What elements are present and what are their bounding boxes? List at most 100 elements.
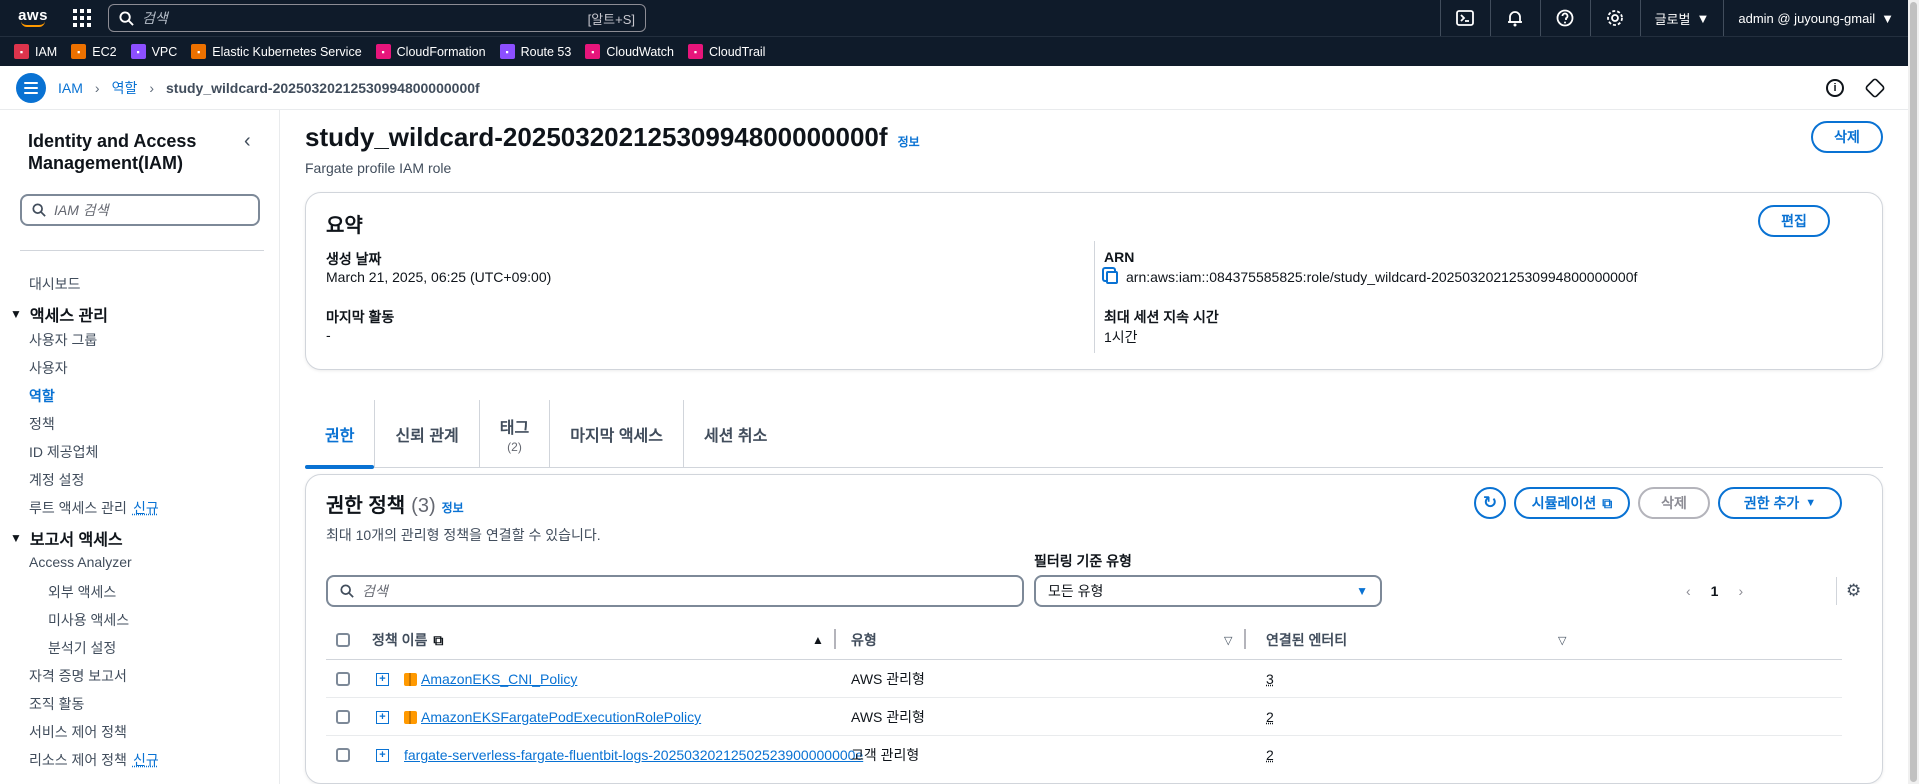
sidebar-section-access-management[interactable]: ▼ 액세스 관리: [10, 302, 108, 326]
favorite-cloudformation[interactable]: ▪ CloudFormation: [375, 44, 486, 59]
row-checkbox[interactable]: [336, 660, 350, 698]
expand-row-button[interactable]: +: [376, 698, 389, 736]
new-badge[interactable]: 신규: [133, 500, 159, 516]
row-checkbox[interactable]: [336, 698, 350, 736]
expand-row-button[interactable]: +: [376, 736, 389, 774]
favorite-route53[interactable]: ▪ Route 53: [499, 44, 571, 59]
sort-ascending-icon[interactable]: ▲: [812, 621, 824, 659]
sort-icon[interactable]: ▽: [1224, 621, 1232, 659]
favorite-cloudtrail[interactable]: ▪ CloudTrail: [687, 44, 765, 59]
sidebar-item-identity-providers[interactable]: ID 제공업체: [29, 442, 98, 462]
breadcrumb-iam-link[interactable]: IAM: [58, 80, 83, 96]
cloudshell-icon[interactable]: [1439, 0, 1490, 36]
policy-link[interactable]: AmazonEKSFargatePodExecutionRolePolicy: [421, 709, 701, 725]
sidebar-item-account-settings[interactable]: 계정 설정: [29, 470, 84, 490]
sidebar-item-dashboard[interactable]: 대시보드: [29, 274, 81, 294]
column-resizer[interactable]: [834, 629, 836, 649]
policy-search-input[interactable]: 검색: [326, 575, 1024, 607]
sidebar-item-access-analyzer[interactable]: Access Analyzer: [29, 554, 132, 570]
table-row[interactable]: + fargate-serverless-fargate-fluentbit-l…: [326, 736, 1842, 774]
settings-gear-icon[interactable]: [1589, 0, 1640, 36]
column-header-attached-entities[interactable]: 연결된 엔터티: [1266, 621, 1347, 659]
account-menu[interactable]: admin @ juyoung-gmail ▼: [1723, 0, 1908, 36]
notifications-panel-icon[interactable]: [1864, 76, 1886, 99]
expand-icon[interactable]: +: [376, 672, 389, 686]
sidebar-item-users[interactable]: 사용자: [29, 358, 68, 378]
collapse-sidebar-icon[interactable]: ‹: [244, 130, 251, 153]
tab-last-accessed[interactable]: 마지막 액세스: [550, 400, 684, 468]
row-checkbox[interactable]: [336, 736, 350, 774]
breadcrumb-roles-link[interactable]: 역할: [112, 78, 138, 98]
side-navigation-title[interactable]: Identity and Access Management(IAM): [28, 130, 228, 174]
sidebar-item-external-access[interactable]: 외부 액세스: [48, 582, 116, 602]
table-row[interactable]: + AmazonEKS_CNI_Policy AWS 관리형 3: [326, 660, 1842, 698]
iam-search-input[interactable]: IAM 검색: [20, 194, 260, 226]
checkbox[interactable]: [336, 672, 350, 686]
delete-role-button[interactable]: 삭제: [1811, 121, 1883, 153]
checkbox[interactable]: [336, 748, 350, 762]
tab-revoke-sessions[interactable]: 세션 취소: [684, 400, 787, 468]
sidebar-item-rcp[interactable]: 리소스 제어 정책 신규: [29, 750, 159, 770]
sidebar-item-unused-access[interactable]: 미사용 액세스: [48, 610, 129, 630]
copy-icon[interactable]: [1106, 271, 1118, 284]
edit-button[interactable]: 편집: [1758, 205, 1830, 237]
sidebar-item-roles[interactable]: 역할: [29, 386, 55, 406]
scrollbar-thumb[interactable]: [1910, 2, 1917, 782]
policy-link[interactable]: fargate-serverless-fargate-fluentbit-log…: [404, 747, 863, 763]
info-link[interactable]: 정보: [898, 133, 920, 150]
select-all-checkbox[interactable]: [336, 621, 350, 659]
global-search-input[interactable]: 검색 [알트+S]: [108, 4, 646, 32]
expand-icon[interactable]: +: [376, 748, 389, 762]
favorite-iam[interactable]: ▪ IAM: [14, 44, 57, 59]
sidebar-item-credential-report[interactable]: 자격 증명 보고서: [29, 666, 127, 686]
info-link[interactable]: 정보: [442, 499, 464, 516]
add-permissions-button[interactable]: 권한 추가 ▼: [1718, 487, 1842, 519]
column-header-type[interactable]: 유형: [851, 621, 877, 659]
filter-type-select[interactable]: 모든 유형 ▼: [1034, 575, 1382, 607]
info-panel-icon[interactable]: i: [1826, 78, 1844, 97]
checkbox[interactable]: [336, 633, 350, 647]
sidebar-item-root-access[interactable]: 루트 액세스 관리 신규: [29, 498, 159, 518]
column-header-policy-name[interactable]: 정책 이름 ⧉: [372, 621, 443, 659]
chevron-left-icon[interactable]: ‹: [1686, 583, 1691, 599]
favorite-cloudwatch[interactable]: ▪ CloudWatch: [585, 44, 674, 59]
aws-logo[interactable]: aws: [16, 6, 50, 30]
notifications-bell-icon[interactable]: [1489, 0, 1540, 36]
tab-tags[interactable]: 태그 (2): [480, 400, 551, 468]
tab-permissions[interactable]: 권한: [305, 400, 376, 469]
column-resizer[interactable]: [1244, 629, 1246, 649]
chevron-right-icon[interactable]: ›: [1738, 583, 1743, 599]
tab-trust-relationships[interactable]: 신뢰 관계: [375, 400, 480, 468]
sort-icon[interactable]: ▽: [1558, 621, 1566, 659]
attached-entities-count[interactable]: 2: [1266, 709, 1274, 725]
page-scrollbar[interactable]: [1908, 0, 1919, 784]
sidebar-item-organization-activity[interactable]: 조직 활동: [29, 694, 84, 714]
favorite-eks[interactable]: ▪ Elastic Kubernetes Service: [191, 44, 362, 59]
attached-entities-count[interactable]: 2: [1266, 747, 1274, 763]
side-navigation-toggle[interactable]: [16, 72, 46, 103]
sidebar-item-policies[interactable]: 정책: [29, 414, 55, 434]
sidebar-item-scp[interactable]: 서비스 제어 정책: [29, 722, 127, 742]
policy-link[interactable]: AmazonEKS_CNI_Policy: [421, 671, 577, 687]
region-selector[interactable]: 글로벌 ▼: [1639, 0, 1724, 36]
refresh-icon[interactable]: ↻: [1474, 487, 1506, 519]
chevron-right-icon: ›: [149, 79, 154, 96]
sidebar-section-access-reports[interactable]: ▼ 보고서 액세스: [10, 526, 123, 550]
expand-icon[interactable]: +: [376, 710, 389, 724]
new-badge[interactable]: 신규: [133, 752, 159, 768]
sidebar-item-user-groups[interactable]: 사용자 그룹: [29, 330, 97, 350]
attached-entities-count[interactable]: 3: [1266, 671, 1274, 687]
page-number[interactable]: 1: [1711, 583, 1719, 599]
table-row[interactable]: + AmazonEKSFargatePodExecutionRolePolicy…: [326, 698, 1842, 736]
help-icon[interactable]: [1539, 0, 1590, 36]
favorite-ec2[interactable]: ▪ EC2: [71, 44, 117, 59]
expand-row-button[interactable]: +: [376, 660, 389, 698]
services-grid-icon[interactable]: [72, 8, 92, 28]
favorite-vpc[interactable]: ▪ VPC: [130, 44, 177, 59]
checkbox[interactable]: [336, 710, 350, 724]
side-navigation: Identity and Access Management(IAM) ‹ IA…: [0, 110, 280, 784]
sidebar-item-analyzer-settings[interactable]: 분석기 설정: [48, 638, 116, 658]
remove-policy-button[interactable]: 삭제: [1638, 487, 1710, 519]
table-settings-gear-icon[interactable]: ⚙: [1846, 581, 1861, 601]
simulation-button[interactable]: 시뮬레이션 ⧉: [1514, 487, 1630, 519]
